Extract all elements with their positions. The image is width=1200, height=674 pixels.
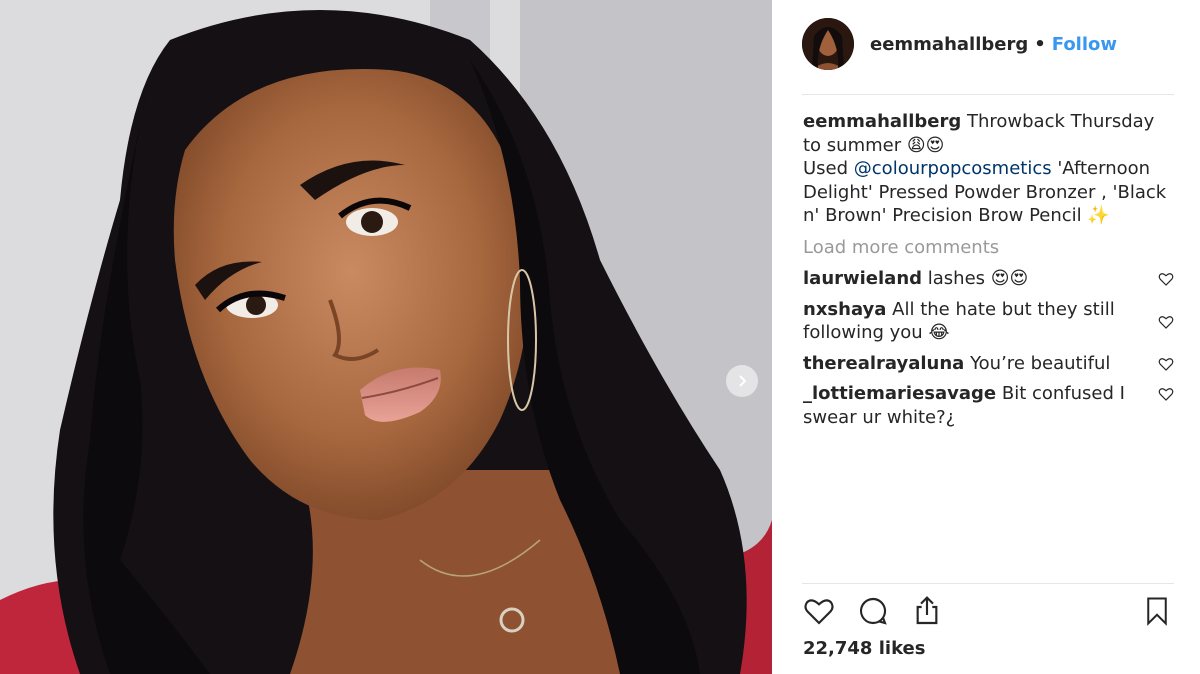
header-separator: • xyxy=(1034,33,1046,55)
comment-username[interactable]: laurwieland xyxy=(803,268,922,289)
selfie-illustration xyxy=(0,0,772,674)
share-button[interactable] xyxy=(910,594,944,628)
divider xyxy=(802,94,1174,95)
post-header: eemmahallberg • Follow xyxy=(802,18,1117,70)
instagram-post: eemmahallberg • Follow eemmahallberg Thr… xyxy=(0,0,1200,674)
action-bar xyxy=(802,594,944,628)
comments-section: eemmahallberg Throwback Thursday to summ… xyxy=(803,110,1174,436)
avatar-image xyxy=(802,18,854,70)
next-slide-button[interactable] xyxy=(726,365,758,397)
post-photo[interactable] xyxy=(0,0,772,674)
comment-username[interactable]: _lottiemariesavage xyxy=(803,383,996,404)
comment-item: nxshaya All the hate but they still foll… xyxy=(803,298,1174,345)
load-more-comments-button[interactable]: Load more comments xyxy=(803,236,1170,260)
caption-text-used: Used xyxy=(803,158,854,179)
divider xyxy=(802,583,1174,584)
comment-like-heart-icon[interactable] xyxy=(1158,271,1174,287)
comment-text: lashes 😍😍 xyxy=(927,268,1029,289)
header-username[interactable]: eemmahallberg xyxy=(870,34,1028,55)
heart-icon xyxy=(804,599,834,625)
comment-bubble-icon xyxy=(859,597,887,625)
likes-count[interactable]: 22,748 likes xyxy=(803,638,925,659)
comment-like-heart-icon[interactable] xyxy=(1158,356,1174,372)
comment-username[interactable]: nxshaya xyxy=(803,299,886,320)
comment-like-heart-icon[interactable] xyxy=(1158,314,1174,330)
comment-like-heart-icon[interactable] xyxy=(1158,386,1174,402)
post-side-panel: eemmahallberg • Follow eemmahallberg Thr… xyxy=(772,0,1200,674)
avatar[interactable] xyxy=(802,18,854,70)
comment-item: _lottiemariesavage Bit confused I swear … xyxy=(803,382,1174,429)
follow-button[interactable]: Follow xyxy=(1052,34,1117,55)
chevron-right-icon xyxy=(739,375,747,387)
share-icon xyxy=(916,596,938,625)
comment-button[interactable] xyxy=(856,594,890,628)
save-button[interactable] xyxy=(1140,594,1174,628)
like-button[interactable] xyxy=(802,594,836,628)
caption: eemmahallberg Throwback Thursday to summ… xyxy=(803,110,1170,228)
comment-text: You’re beautiful xyxy=(970,352,1111,374)
caption-username[interactable]: eemmahallberg xyxy=(803,111,961,132)
comment-item: therealrayaluna You’re beautiful xyxy=(803,352,1174,376)
comment-username[interactable]: therealrayaluna xyxy=(803,353,964,374)
bookmark-icon xyxy=(1147,597,1167,626)
caption-mention-link[interactable]: @colourpopcosmetics xyxy=(854,158,1052,179)
comment-item: laurwieland lashes 😍😍 xyxy=(803,267,1174,291)
